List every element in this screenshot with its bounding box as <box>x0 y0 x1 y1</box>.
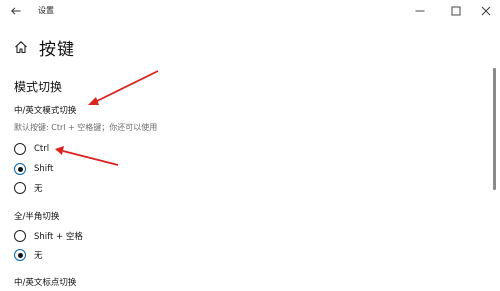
back-arrow-icon <box>11 7 21 15</box>
radio-label: Shift + 空格 <box>34 232 83 242</box>
width-switch-group-title: 全/半角切换 <box>14 212 60 222</box>
radio-label: 无 <box>34 251 43 261</box>
window-title: 设置 <box>38 6 54 15</box>
punct-switch-group-title: 中/英文标点切换 <box>14 278 77 288</box>
page-header: 按键 <box>13 34 75 60</box>
radio-label: 无 <box>34 184 43 194</box>
radio-button[interactable] <box>14 230 26 242</box>
section-title: 模式切换 <box>14 80 63 94</box>
radio-button-checked[interactable] <box>14 163 26 175</box>
close-icon <box>481 6 491 16</box>
title-bar: 设置 <box>0 0 500 22</box>
minimize-icon <box>415 10 425 12</box>
maximize-button[interactable] <box>446 2 466 20</box>
radio-button-checked[interactable] <box>14 249 26 261</box>
page-title: 按键 <box>39 39 75 60</box>
radio-option-shift[interactable]: Shift <box>14 162 53 176</box>
home-icon[interactable] <box>13 39 29 55</box>
mode-switch-group-title: 中/英文模式切换 <box>14 106 77 116</box>
mode-switch-hint: 默认按键: Ctrl + 空格键；你还可以使用 <box>14 123 158 132</box>
radio-button[interactable] <box>14 143 26 155</box>
radio-option-ctrl[interactable]: Ctrl <box>14 142 49 156</box>
radio-label: Ctrl <box>34 144 50 154</box>
radio-option-none-width[interactable]: 无 <box>14 248 43 262</box>
radio-button[interactable] <box>14 182 26 194</box>
annotation-arrow-ctrl <box>55 146 119 166</box>
minimize-button[interactable] <box>410 2 430 20</box>
vertical-scrollbar[interactable] <box>493 68 496 190</box>
annotation-arrow-top <box>88 70 159 105</box>
radio-option-none[interactable]: 无 <box>14 181 43 195</box>
annotation-arrows <box>55 70 159 166</box>
radio-label: Shift <box>34 164 54 174</box>
settings-window: 设置 按键 模式切换 中/英文模式切换 默认按键: Ctrl + 空格键；你还可… <box>0 0 500 291</box>
radio-option-shift-space[interactable]: Shift + 空格 <box>14 229 83 243</box>
close-button[interactable] <box>476 2 496 20</box>
maximize-icon <box>451 6 461 16</box>
back-button[interactable] <box>6 2 26 20</box>
